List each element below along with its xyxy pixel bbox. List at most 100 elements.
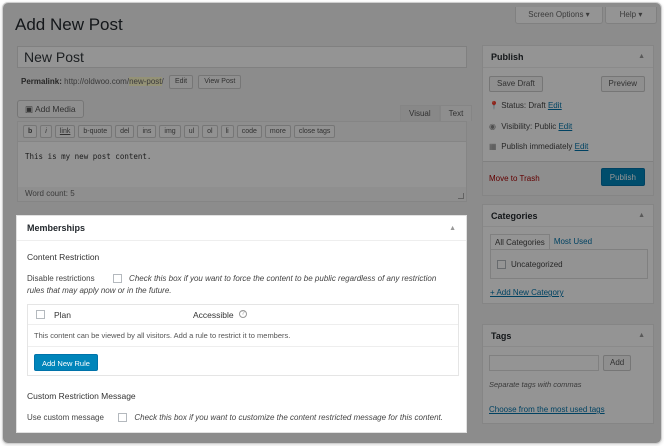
pin-icon: 📍 (489, 101, 499, 110)
tags-box-title: Tags (491, 331, 512, 341)
post-content-textarea[interactable]: This is my new post content. (18, 142, 466, 171)
quicktag-button[interactable]: link (54, 125, 76, 138)
schedule-edit-link[interactable]: Edit (575, 142, 589, 151)
post-title-input[interactable]: New Post (17, 46, 467, 68)
publish-box-header[interactable]: Publish ▲ (483, 46, 653, 68)
help-label: Help (619, 10, 637, 19)
tab-all-categories[interactable]: All Categories (490, 234, 550, 250)
quicktags-toolbar: b i link b-quote del ins img ul ol li co… (18, 122, 466, 142)
memberships-box-header[interactable]: Memberships ▲ (17, 216, 466, 241)
collapse-arrow-icon[interactable]: ▲ (638, 205, 645, 226)
word-count: Word count: 5 (17, 187, 467, 202)
tab-visual[interactable]: Visual (400, 105, 440, 121)
screen-options-label: Screen Options (528, 10, 584, 19)
use-custom-message-desc: Check this box if you want to customize … (134, 413, 443, 422)
quicktag-button[interactable]: i (40, 125, 52, 138)
tags-hint: Separate tags with commas (489, 380, 582, 389)
permalink-tail: / (161, 77, 164, 87)
disable-restrictions-checkbox[interactable] (112, 274, 122, 284)
quicktag-button[interactable]: ol (202, 125, 218, 138)
permalink-edit-button[interactable]: Edit (169, 75, 194, 89)
publish-button[interactable]: Publish (600, 168, 645, 186)
permalink-row: Permalink: http://oldwoo.com/new-post/ E… (21, 75, 242, 89)
help-icon[interactable]: ? (239, 310, 248, 318)
column-accessible: Accessible ? (193, 310, 248, 320)
column-plan: Plan (54, 310, 72, 320)
screen-options-tab[interactable]: Screen Options ▾ (515, 7, 603, 24)
schedule-row: ▦ Publish immediately Edit (489, 142, 588, 151)
add-tag-button[interactable]: Add (603, 355, 632, 371)
rules-table-header: Plan Accessible ? (28, 305, 458, 325)
view-post-button[interactable]: View Post (198, 75, 242, 89)
select-all-rules-checkbox[interactable] (36, 310, 45, 319)
save-draft-button[interactable]: Save Draft (489, 76, 543, 92)
category-list: Uncategorized (490, 249, 648, 279)
quicktag-button[interactable]: b (23, 125, 38, 138)
collapse-arrow-icon[interactable]: ▲ (638, 325, 645, 346)
quicktag-button[interactable]: img (159, 125, 181, 138)
visibility-edit-link[interactable]: Edit (558, 122, 572, 131)
quicktag-button[interactable]: code (236, 125, 262, 138)
quicktag-button[interactable]: b-quote (78, 125, 113, 138)
add-new-rule-button[interactable]: Add New Rule (34, 354, 98, 371)
use-custom-message-row: Use custom message Check this box if you… (27, 412, 447, 424)
editor-tabs: Visual Text (400, 105, 473, 121)
choose-most-used-tags-link[interactable]: Choose from the most used tags (489, 405, 605, 414)
add-media-label: Add Media (34, 104, 76, 114)
memberships-box-title: Memberships (27, 223, 86, 233)
publish-box-title: Publish (491, 52, 524, 62)
chevron-down-icon: ▾ (585, 10, 590, 19)
permalink-label: Permalink: (21, 77, 62, 87)
use-custom-message-checkbox[interactable] (118, 413, 128, 423)
collapse-arrow-icon[interactable]: ▲ (638, 46, 645, 67)
permalink-base: http://oldwoo.com/ (64, 77, 130, 87)
quicktag-button[interactable]: li (220, 125, 234, 138)
tab-most-used[interactable]: Most Used (550, 234, 596, 250)
category-tabs: All Categories Most Used (490, 234, 596, 250)
quicktag-button[interactable]: more (264, 125, 291, 138)
content-restriction-heading: Content Restriction (27, 252, 100, 262)
calendar-icon: ▦ (489, 142, 497, 151)
quicktag-button[interactable]: ul (183, 125, 200, 138)
categories-box-header[interactable]: Categories ▲ (483, 205, 653, 227)
eye-icon: ◉ (489, 122, 496, 131)
visibility-row: ◉ Visibility: Public Edit (489, 122, 572, 131)
media-icon: ▣ (25, 104, 34, 114)
publish-actions: Move to Trash Publish (483, 161, 653, 195)
help-tab[interactable]: Help ▾ (605, 7, 657, 24)
use-custom-message-label: Use custom message (27, 413, 104, 422)
schedule-label: Publish immediately (501, 142, 573, 151)
preview-button[interactable]: Preview (600, 76, 645, 92)
category-label: Uncategorized (511, 260, 563, 269)
disable-restrictions-desc-2: rules that may apply now or in the futur… (27, 286, 172, 295)
restriction-rules-table: Plan Accessible ? This content can be vi… (27, 304, 459, 376)
resize-handle-icon[interactable] (458, 193, 464, 199)
quicktag-button[interactable]: close tags (293, 125, 336, 138)
disable-restrictions-row: Disable restrictions Check this box if y… (27, 273, 447, 297)
visibility-label: Visibility: Public (501, 122, 557, 131)
chevron-down-icon: ▾ (638, 10, 643, 19)
category-item: Uncategorized (497, 260, 563, 270)
add-new-category-link[interactable]: + Add New Category (490, 288, 564, 297)
categories-box-title: Categories (491, 211, 538, 221)
tab-text[interactable]: Text (439, 105, 473, 121)
status-edit-link[interactable]: Edit (548, 101, 562, 110)
add-media-button[interactable]: ▣ Add Media (17, 100, 84, 118)
tags-box-header[interactable]: Tags ▲ (483, 325, 653, 347)
permalink-slug[interactable]: new-post (129, 77, 162, 87)
collapse-arrow-icon[interactable]: ▲ (449, 216, 456, 240)
move-to-trash-link[interactable]: Move to Trash (489, 174, 540, 183)
disable-restrictions-label: Disable restrictions (27, 274, 95, 283)
publish-box: Publish ▲ Save Draft Preview 📍 Status: D… (482, 45, 654, 196)
word-count-label: Word count: 5 (25, 189, 75, 198)
custom-message-heading: Custom Restriction Message (27, 391, 136, 401)
column-accessible-label: Accessible (193, 310, 234, 320)
quicktag-button[interactable]: ins (137, 125, 157, 138)
memberships-box: Memberships ▲ Content Restriction Disabl… (16, 215, 467, 433)
quicktag-button[interactable]: del (115, 125, 135, 138)
tag-input[interactable] (489, 355, 599, 371)
categories-box: Categories ▲ All Categories Most Used Un… (482, 204, 654, 304)
disable-restrictions-desc-1: Check this box if you want to force the … (129, 274, 437, 283)
category-checkbox[interactable] (497, 260, 506, 270)
rules-empty-message: This content can be viewed by all visito… (28, 325, 458, 347)
